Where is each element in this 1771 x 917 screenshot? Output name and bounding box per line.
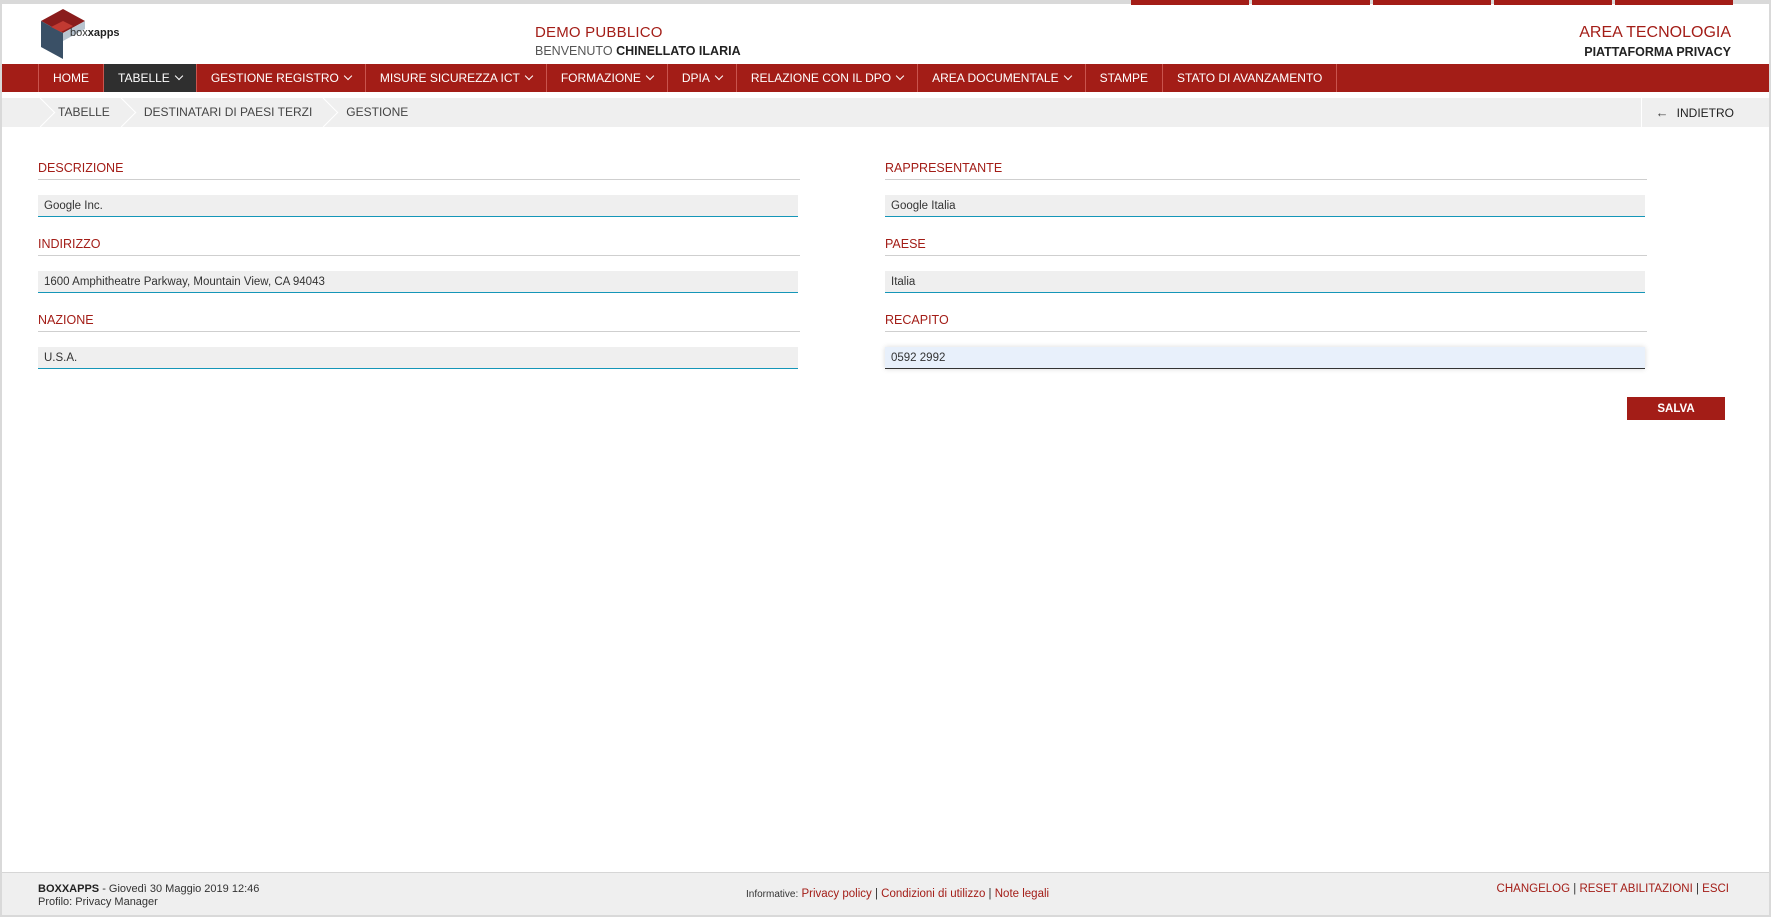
top-tab[interactable]: [1131, 0, 1249, 5]
descrizione-input[interactable]: [38, 195, 798, 217]
main-nav: HOME TABELLE GESTIONE REGISTRO MISURE SI…: [38, 64, 1338, 92]
breadcrumb-item-gestione: GESTIONE: [346, 105, 409, 119]
nazione-input[interactable]: [38, 347, 798, 369]
field-rappresentante: RAPPRESENTANTE: [885, 161, 1647, 217]
field-nazione: NAZIONE: [38, 313, 800, 369]
user-name: CHINELLATO ILARIA: [616, 44, 741, 58]
footer-actions: CHANGELOG | RESET ABILITAZIONI | ESCI: [1496, 883, 1729, 895]
nav-item-gestione-registro[interactable]: GESTIONE REGISTRO: [195, 64, 365, 92]
recapito-input[interactable]: [885, 347, 1645, 369]
main-navbar: HOME TABELLE GESTIONE REGISTRO MISURE SI…: [2, 64, 1769, 92]
top-tab[interactable]: [1494, 0, 1612, 5]
welcome-text: BENVENUTO CHINELLATO ILARIA: [535, 44, 741, 58]
nav-item-area-documentale[interactable]: AREA DOCUMENTALE: [917, 64, 1084, 92]
nav-item-stato-avanzamento[interactable]: STATO DI AVANZAMENTO: [1162, 64, 1338, 92]
top-tabs: [1131, 0, 1733, 5]
reset-abilitazioni-link[interactable]: RESET ABILITAZIONI: [1579, 883, 1692, 895]
descrizione-label: DESCRIZIONE: [38, 161, 800, 180]
back-button[interactable]: ← INDIETRO: [1640, 98, 1769, 127]
nav-item-misure-sicurezza-ict[interactable]: MISURE SICUREZZA ICT: [364, 64, 546, 92]
boxxapps-logo[interactable]: boxxapps: [37, 7, 127, 62]
breadcrumb: TABELLE DESTINATARI DI PAESI TERZI GESTI…: [38, 98, 422, 127]
footer-profile: Profilo: Privacy Manager: [38, 896, 158, 908]
nav-item-stampe[interactable]: STAMPE: [1084, 64, 1162, 92]
privacy-policy-link[interactable]: Privacy policy: [801, 888, 871, 900]
nav-item-home[interactable]: HOME: [38, 64, 103, 92]
rappresentante-label: RAPPRESENTANTE: [885, 161, 1647, 180]
demo-title: DEMO PUBBLICO: [535, 24, 663, 41]
chevron-down-icon: [645, 71, 655, 81]
footer: BOXXAPPS - Giovedì 30 Maggio 2019 12:46 …: [2, 872, 1769, 915]
top-tab[interactable]: [1615, 0, 1733, 5]
indirizzo-label: INDIRIZZO: [38, 237, 800, 256]
field-recapito: RECAPITO: [885, 313, 1647, 369]
rappresentante-input[interactable]: [885, 195, 1645, 217]
informative-label: Informative:: [746, 889, 799, 900]
indirizzo-input[interactable]: [38, 271, 798, 293]
chevron-down-icon: [174, 71, 184, 81]
breadcrumb-bar: TABELLE DESTINATARI DI PAESI TERZI GESTI…: [2, 98, 1769, 127]
field-descrizione: DESCRIZIONE: [38, 161, 800, 217]
paese-label: PAESE: [885, 237, 1647, 256]
field-indirizzo: INDIRIZZO: [38, 237, 800, 293]
header-center: DEMO PUBBLICO BENVENUTO CHINELLATO ILARI…: [535, 24, 741, 58]
field-paese: PAESE: [885, 237, 1647, 293]
breadcrumb-item-destinatari[interactable]: DESTINATARI DI PAESI TERZI: [124, 98, 326, 127]
arrow-left-icon: ←: [1655, 105, 1669, 120]
nav-item-formazione[interactable]: FORMAZIONE: [545, 64, 667, 92]
footer-datetime: - Giovedì 30 Maggio 2019 12:46: [99, 883, 260, 895]
footer-info: BOXXAPPS - Giovedì 30 Maggio 2019 12:46 …: [38, 883, 259, 909]
paese-input[interactable]: [885, 271, 1645, 293]
top-tab[interactable]: [1252, 0, 1370, 5]
window-frame: [0, 0, 1771, 917]
footer-informative: Informative: Privacy policy | Condizioni…: [746, 888, 1050, 900]
chevron-down-icon: [714, 71, 724, 81]
recapito-label: RECAPITO: [885, 313, 1647, 332]
platform-title: PIATTAFORMA PRIVACY: [1584, 45, 1731, 59]
nazione-label: NAZIONE: [38, 313, 800, 332]
chevron-down-icon: [343, 71, 353, 81]
chevron-down-icon: [1063, 71, 1072, 81]
nav-item-relazione-dpo[interactable]: RELAZIONE CON IL DPO: [735, 64, 917, 92]
exit-link[interactable]: ESCI: [1702, 883, 1729, 895]
area-title: AREA TECNOLOGIA: [1579, 24, 1731, 41]
changelog-link[interactable]: CHANGELOG: [1497, 883, 1571, 895]
nav-item-tabelle[interactable]: TABELLE: [103, 64, 196, 92]
logo-text: boxxapps: [70, 27, 120, 39]
breadcrumb-item-tabelle[interactable]: TABELLE: [38, 98, 124, 127]
legal-notes-link[interactable]: Note legali: [995, 888, 1049, 900]
chevron-down-icon: [524, 71, 534, 81]
footer-brand: BOXXAPPS: [38, 883, 100, 895]
nav-item-dpia[interactable]: DPIA: [666, 64, 736, 92]
save-button[interactable]: SALVA: [1627, 397, 1725, 420]
top-tab[interactable]: [1373, 0, 1491, 5]
chevron-down-icon: [895, 71, 905, 81]
header-right: AREA TECNOLOGIA PIATTAFORMA PRIVACY: [1579, 24, 1731, 59]
conditions-link[interactable]: Condizioni di utilizzo: [881, 888, 985, 900]
